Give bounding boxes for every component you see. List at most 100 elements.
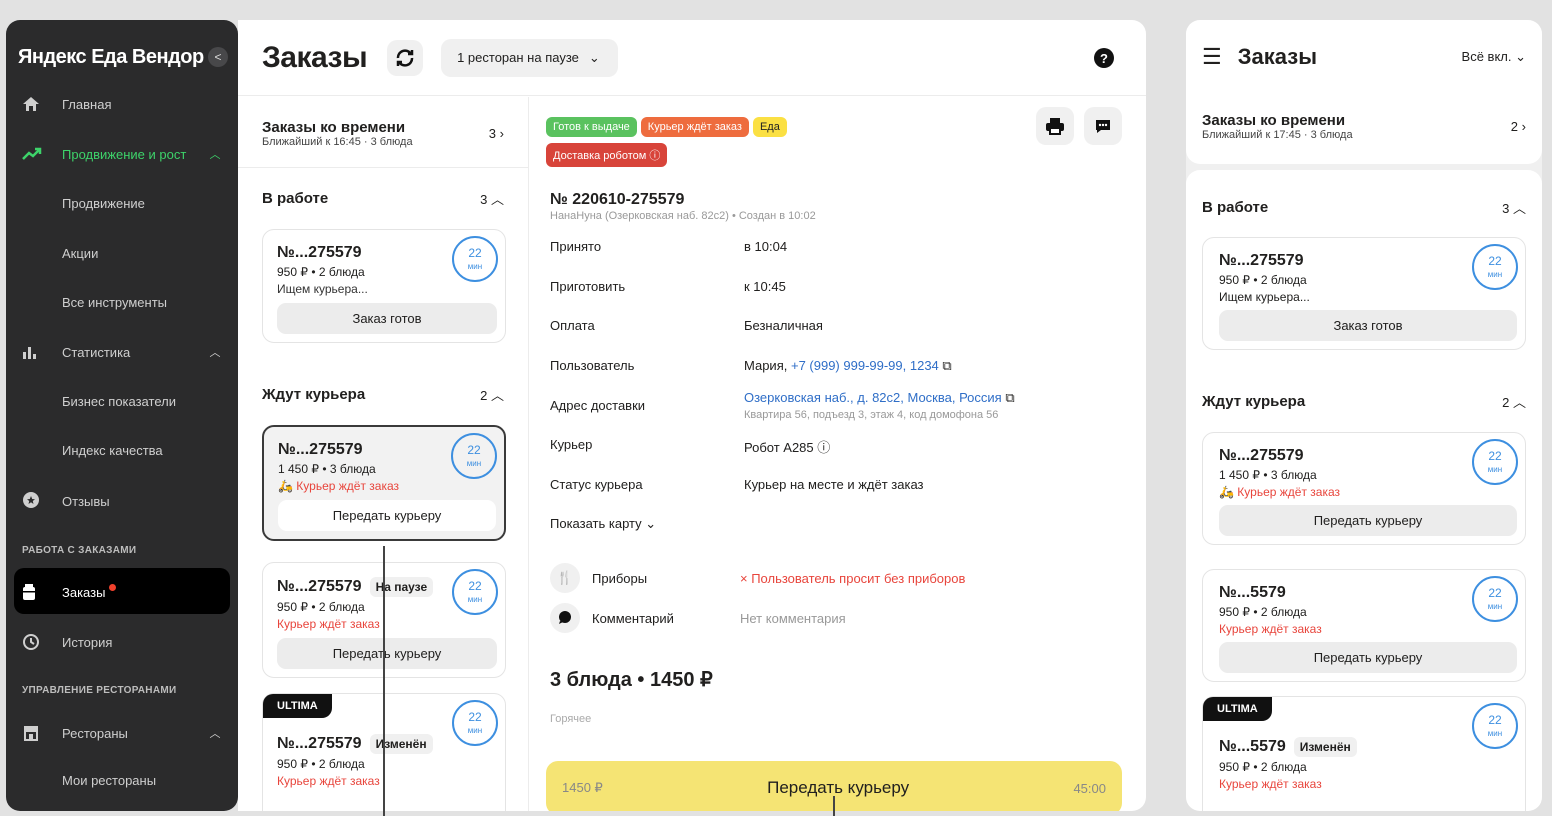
in-work-section-header[interactable]: В работе 3 ︿ — [262, 189, 504, 208]
notification-dot — [109, 583, 117, 591]
order-card[interactable]: №...275579 950 ₽ • 2 блюда Ищем курьера.… — [1202, 237, 1526, 350]
chevron-up-icon: ︿ — [209, 347, 221, 359]
order-number: №...5579 — [1219, 738, 1286, 756]
address-link[interactable]: Озерковская наб., д. 82с2, Москва, Росси… — [744, 390, 1002, 405]
order-card[interactable]: №...5579 950 ₽ • 2 блюда Курьер ждёт зак… — [1202, 569, 1526, 682]
timer-badge: 22 мин — [1472, 703, 1518, 749]
show-map-toggle[interactable]: Показать карту ⌄ — [550, 516, 1110, 532]
pause-label: 1 ресторан на паузе — [457, 50, 579, 65]
count: 2 — [480, 388, 488, 403]
order-status: Курьер ждёт заказ — [296, 479, 400, 493]
order-meta: 950 ₽ • 2 блюда — [1219, 273, 1307, 287]
timed-orders-row[interactable]: Заказы ко времени Ближайший к 16:45 · 3 б… — [262, 119, 504, 148]
count: 3 — [488, 126, 497, 141]
order-card[interactable]: ULTIMA №...5579 Изменён 950 ₽ • 2 блюда К… — [1202, 696, 1526, 811]
mobile-view: ☰ Заказы Всё вкл. ⌄ Заказы ко времени Бли… — [1186, 20, 1542, 811]
sidebar-item-label: Рестораны — [62, 725, 128, 741]
order-card[interactable]: №...275579 1 450 ₽ • 3 блюда 🛵 Курьер жд… — [1202, 432, 1526, 545]
order-meta: 950 ₽ • 2 блюда — [1219, 605, 1307, 619]
hand-to-courier-button[interactable]: Передать курьеру — [277, 638, 497, 669]
order-card[interactable]: №...275579 950 ₽ • 2 блюда Ищем курьера.… — [262, 229, 506, 343]
print-button[interactable] — [1036, 107, 1074, 145]
mobile-header-block: ☰ Заказы Всё вкл. ⌄ Заказы ко времени Бли… — [1186, 20, 1542, 164]
field-user: Пользователь Мария, +7 (999) 999-99-99, 1… — [550, 358, 952, 373]
sidebar-item-home[interactable]: Главная — [6, 96, 230, 112]
review-star-icon — [6, 492, 46, 510]
count: 2 — [1510, 119, 1519, 134]
order-ready-button[interactable]: Заказ готов — [277, 303, 497, 334]
sidebar-item-statistics[interactable]: Статистика ︿ — [6, 344, 230, 360]
store-icon — [6, 724, 46, 742]
order-status: Курьер ждёт заказ — [1237, 485, 1341, 499]
timer-badge: 22 мин — [452, 700, 498, 746]
bar-chart-icon — [6, 345, 46, 359]
orders-page: Заказы 1 ресторан на паузе ⌄ ? Заказы ко … — [238, 20, 1146, 811]
sidebar-item-reviews[interactable]: Отзывы — [6, 492, 230, 510]
chevron-down-icon: ⌄ — [588, 49, 600, 65]
sidebar-item-restaurants[interactable]: Рестораны ︿ — [6, 724, 230, 742]
section-title: Заказы ко времени — [262, 119, 406, 136]
field-comment: Комментарий Нет комментария — [550, 603, 1110, 633]
tag-courier-waiting: Курьер ждёт заказ — [640, 117, 749, 137]
chevron-right-icon: › — [1521, 119, 1526, 134]
order-subtitle: НанаНуна (Озерковская наб. 82с2) • Созда… — [550, 210, 816, 222]
dishes-summary: 3 блюда • 1450 ₽ — [550, 669, 713, 691]
countdown: 45:00 — [1073, 780, 1106, 796]
hand-to-courier-button[interactable]: Передать курьеру — [1219, 505, 1517, 536]
phone-link[interactable]: +7 (999) 999-99-99, 1234 — [791, 358, 939, 373]
timer-badge: 22 мин — [452, 569, 498, 615]
timed-orders-row[interactable]: Заказы ко времени Ближайший к 17:45 · 3 б… — [1202, 112, 1526, 141]
filter-dropdown[interactable]: Всё вкл. ⌄ — [1462, 49, 1526, 65]
address-details: Квартира 56, подъезд 3, этаж 4, код домо… — [744, 409, 999, 421]
copy-icon[interactable]: ⧉ — [1005, 390, 1014, 405]
section-title: В работе — [262, 190, 329, 207]
copy-icon[interactable]: ⧉ — [942, 358, 951, 373]
menu-icon[interactable]: ☰ — [1202, 44, 1222, 70]
hand-to-courier-button[interactable]: Передать курьеру — [1219, 642, 1517, 673]
sidebar-subitem-promotion[interactable]: Продвижение — [62, 196, 145, 211]
order-ready-button[interactable]: Заказ готов — [1219, 310, 1517, 341]
order-number: №...275579 — [277, 735, 362, 753]
sidebar-subitem-tools[interactable]: Все инструменты — [62, 295, 167, 310]
order-card-selected[interactable]: №...275579 1 450 ₽ • 3 блюда 🛵 Курьер жд… — [262, 425, 506, 541]
field-address: Адрес доставки Озерковская наб., д. 82с2,… — [550, 390, 1015, 421]
sidebar-subitem-actions[interactable]: Акции — [62, 246, 98, 261]
page-title: Заказы — [262, 40, 368, 74]
order-meta: 950 ₽ • 2 блюда — [1219, 760, 1307, 774]
sidebar-subitem-my-restaurants[interactable]: Мои рестораны — [62, 773, 156, 788]
chat-button[interactable] — [1084, 107, 1122, 145]
sidebar-item-history[interactable]: История — [6, 633, 230, 651]
help-icon[interactable]: ? — [1094, 48, 1114, 68]
tag-ready: Готов к выдаче — [546, 117, 637, 137]
page-header: Заказы 1 ресторан на паузе ⌄ ? — [238, 20, 1146, 96]
sidebar: Яндекс Еда Вендор < Главная Продвижение … — [6, 20, 238, 811]
hand-to-courier-button[interactable]: Передать курьеру — [278, 500, 496, 531]
chevron-up-icon: ︿ — [1512, 201, 1526, 216]
category-hot: Горячее — [550, 713, 592, 725]
ultima-badge: ULTIMA — [263, 694, 332, 718]
order-number: № 220610-275579 — [550, 191, 685, 208]
section-title: В работе — [1202, 199, 1269, 216]
sidebar-subitem-business[interactable]: Бизнес показатели — [62, 394, 176, 409]
collapse-sidebar-button[interactable]: < — [208, 47, 228, 67]
order-status: Курьер ждёт заказ — [277, 617, 380, 631]
sidebar-item-orders[interactable]: Заказы — [6, 583, 230, 601]
section-title: Ждут курьера — [1202, 393, 1306, 410]
sidebar-item-promotion[interactable]: Продвижение и рост ︿ — [6, 146, 230, 162]
pause-dropdown[interactable]: 1 ресторан на паузе ⌄ — [441, 38, 618, 77]
tag-robot-delivery[interactable]: Доставка роботом ⓘ — [546, 143, 668, 167]
chevron-up-icon: ︿ — [490, 192, 504, 207]
cutlery-icon: 🍴 — [550, 563, 580, 593]
status-badge: На паузе — [369, 577, 434, 597]
in-work-section-header[interactable]: В работе 3 ︿ — [1202, 198, 1526, 217]
ultima-badge: ULTIMA — [1203, 697, 1272, 721]
refresh-button[interactable] — [387, 39, 424, 76]
waiting-courier-section-header[interactable]: Ждут курьера 2 ︿ — [1202, 392, 1526, 411]
order-meta: 950 ₽ • 2 блюда — [277, 757, 365, 771]
timer-badge: 22 мин — [1472, 439, 1518, 485]
timer-badge: 22 мин — [1472, 244, 1518, 290]
waiting-courier-section-header[interactable]: Ждут курьера 2 ︿ — [262, 385, 504, 404]
home-icon — [6, 96, 46, 112]
order-status: Курьер ждёт заказ — [1219, 622, 1322, 636]
sidebar-subitem-quality[interactable]: Индекс качества — [62, 443, 163, 458]
